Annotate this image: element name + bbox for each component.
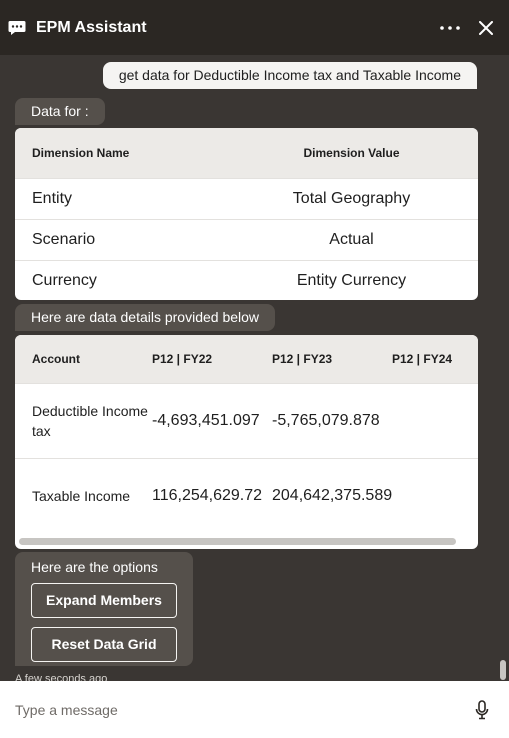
reset-data-grid-button[interactable]: Reset Data Grid: [31, 627, 177, 662]
data-details-label: Here are data details provided below: [15, 304, 276, 331]
column-header-fy23: P12 | FY23: [272, 352, 333, 366]
account-cell: Deductible Income tax: [32, 403, 148, 439]
close-icon[interactable]: [477, 19, 495, 37]
message-composer: [0, 681, 509, 738]
data-grid[interactable]: Account P12 | FY22 P12 | FY23 P12 | FY24…: [15, 335, 478, 549]
horizontal-scrollbar[interactable]: [19, 538, 456, 545]
conversation-panel[interactable]: get data for Deductible Income tax and T…: [0, 55, 509, 681]
user-message: get data for Deductible Income tax and T…: [102, 62, 477, 89]
value-cell: 204,642,375.589: [272, 487, 393, 504]
assistant-header: EPM Assistant: [0, 0, 509, 55]
dimension-name-cell: Currency: [32, 272, 97, 289]
value-cell: -5,765,079.878: [272, 412, 380, 429]
table-row: Scenario Actual: [15, 219, 478, 260]
dimension-table-header: Dimension Name Dimension Value: [15, 128, 478, 178]
value-cell: 116,254,629.72: [152, 487, 263, 504]
microphone-icon[interactable]: [473, 699, 491, 720]
table-row: Deductible Income tax -4,693,451.097 -5,…: [15, 383, 478, 458]
column-header-account: Account: [32, 352, 80, 366]
dimension-table: Dimension Name Dimension Value Entity To…: [15, 128, 478, 300]
options-title: Here are the options: [31, 559, 158, 575]
account-cell: Taxable Income: [32, 488, 131, 504]
column-header-fy22: P12 | FY22: [152, 352, 213, 366]
column-header-dimension-name: Dimension Name: [32, 146, 130, 160]
assistant-title: EPM Assistant: [36, 18, 147, 36]
column-header-fy24: P12 | FY24: [392, 352, 453, 366]
dimension-name-cell: Entity: [32, 190, 73, 207]
dimension-value-cell: Entity Currency: [296, 272, 407, 289]
table-row: Currency Entity Currency: [15, 260, 478, 300]
value-cell: -4,693,451.097: [152, 412, 260, 429]
expand-members-button[interactable]: Expand Members: [31, 583, 177, 618]
message-input[interactable]: [15, 701, 473, 718]
dimension-name-cell: Scenario: [32, 231, 96, 248]
options-panel: Here are the options Expand Members Rese…: [15, 552, 193, 666]
dimension-value-cell: Actual: [329, 231, 374, 248]
column-header-dimension-value: Dimension Value: [303, 146, 400, 160]
table-row: Entity Total Geography: [15, 178, 478, 219]
chat-bubble-icon: [8, 20, 26, 36]
vertical-scrollbar[interactable]: [500, 660, 506, 680]
message-timestamp: A few seconds ago: [15, 673, 108, 681]
dimension-value-cell: Total Geography: [292, 190, 411, 207]
data-grid-header: Account P12 | FY22 P12 | FY23 P12 | FY24: [15, 335, 478, 383]
more-horizontal-icon[interactable]: [439, 18, 461, 38]
table-row: Taxable Income 116,254,629.72 204,642,37…: [15, 458, 478, 533]
data-for-label: Data for :: [15, 98, 105, 125]
